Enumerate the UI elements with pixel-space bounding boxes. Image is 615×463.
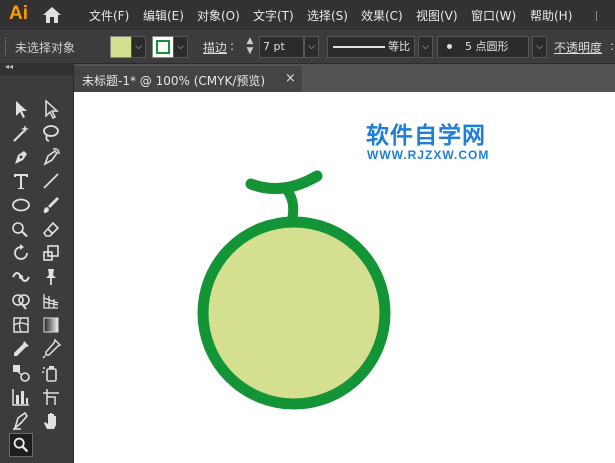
- melon-body: [197, 216, 391, 410]
- menu-edit[interactable]: 编辑(E): [143, 7, 184, 24]
- column-graph-tool-icon[interactable]: [9, 385, 33, 409]
- selection-status: 未选择对象: [15, 41, 76, 55]
- document-tab-title: 未标题-1* @ 100% (CMYK/预览): [82, 74, 266, 88]
- type-tool-icon[interactable]: [9, 169, 33, 193]
- blend-tool-icon[interactable]: [9, 361, 33, 385]
- profile-label: 等比: [388, 40, 410, 53]
- menu-view[interactable]: 视图(V): [416, 7, 458, 24]
- rotate-tool-icon[interactable]: [9, 241, 33, 265]
- width-tool-icon[interactable]: [9, 265, 33, 289]
- tools-panel: ◂◂: [0, 62, 74, 463]
- perspective-grid-tool-icon[interactable]: [39, 289, 63, 313]
- document-tab[interactable]: 未标题-1* @ 100% (CMYK/预览) ×: [74, 66, 302, 92]
- artboard-canvas[interactable]: [74, 92, 615, 463]
- stroke-stepper-icon[interactable]: ▲ ▼: [243, 36, 257, 56]
- brush-label: 5 点圆形: [465, 40, 509, 53]
- line-segment-tool-icon[interactable]: [39, 169, 63, 193]
- ellipse-tool-icon[interactable]: [9, 193, 33, 217]
- watermark-url: WWW.RJZXW.COM: [367, 148, 490, 162]
- direct-selection-tool-icon[interactable]: [39, 97, 63, 121]
- mesh-tool-icon[interactable]: [9, 313, 33, 337]
- paintbrush-tool-icon[interactable]: [39, 193, 63, 217]
- puppet-warp-tool-icon[interactable]: [39, 265, 63, 289]
- fill-color-swatch[interactable]: [110, 36, 132, 58]
- brush-dropdown-icon[interactable]: ⌵: [532, 36, 547, 58]
- scale-tool-icon[interactable]: [39, 241, 63, 265]
- eyedropper-tool-icon[interactable]: [9, 337, 33, 361]
- magic-wand-tool-icon[interactable]: [9, 121, 33, 145]
- fill-dropdown-chevron-icon[interactable]: ⌵: [131, 36, 146, 58]
- shaper-tool-icon[interactable]: [9, 217, 33, 241]
- curvature-tool-icon[interactable]: [39, 145, 63, 169]
- measure-tool-icon[interactable]: [39, 337, 63, 361]
- control-bar: 未选择对象 ⌵ ⌵ 描边 : ▲ ▼ 7 pt ⌵ 等比 ⌵ 5 点圆形 ⌵ 不透…: [0, 30, 615, 64]
- stroke-color-swatch[interactable]: [152, 36, 174, 58]
- menu-separator: [596, 11, 597, 21]
- stroke-weight-dropdown-icon[interactable]: ⌵: [304, 36, 319, 58]
- stroke-label[interactable]: 描边: [203, 39, 227, 56]
- brush-dot-icon: [447, 44, 452, 49]
- profile-dropdown-icon[interactable]: ⌵: [418, 36, 433, 58]
- artboard-tool-icon[interactable]: [39, 385, 63, 409]
- menu-effect[interactable]: 效果(C): [361, 7, 403, 24]
- lasso-tool-icon[interactable]: [39, 121, 63, 145]
- hand-tool-icon[interactable]: [39, 409, 63, 433]
- symbol-sprayer-tool-icon[interactable]: [39, 361, 63, 385]
- home-icon[interactable]: [42, 6, 62, 24]
- brush-definition[interactable]: 5 点圆形: [437, 36, 529, 58]
- menu-type[interactable]: 文字(T): [253, 7, 294, 24]
- opacity-label-colon: :: [610, 39, 615, 53]
- stroke-label-colon: :: [230, 39, 235, 53]
- menu-select[interactable]: 选择(S): [307, 7, 348, 24]
- melon-stem-neck: [282, 185, 299, 225]
- melon-artwork[interactable]: [74, 92, 615, 463]
- menu-file[interactable]: 文件(F): [89, 7, 129, 24]
- menu-object[interactable]: 对象(O): [197, 7, 240, 24]
- opacity-label[interactable]: 不透明度: [554, 39, 602, 56]
- profile-line-icon: [333, 46, 385, 48]
- collapse-panel-icon[interactable]: ◂◂: [5, 62, 13, 71]
- panel-grip[interactable]: [5, 38, 8, 55]
- slice-tool-icon[interactable]: [9, 409, 33, 433]
- stroke-weight-input[interactable]: 7 pt: [259, 36, 304, 58]
- stroke-dropdown-chevron-icon[interactable]: ⌵: [173, 36, 188, 58]
- eraser-tool-icon[interactable]: [39, 217, 63, 241]
- selection-tool-icon[interactable]: [9, 97, 33, 121]
- pen-tool-icon[interactable]: [9, 145, 33, 169]
- gradient-tool-icon[interactable]: [39, 313, 63, 337]
- watermark-title: 软件自学网: [366, 123, 486, 149]
- close-tab-icon[interactable]: ×: [285, 71, 296, 86]
- shape-builder-tool-icon[interactable]: [9, 289, 33, 313]
- app-logo: Ai: [9, 3, 28, 24]
- menu-bar: Ai 文件(F) 编辑(E) 对象(O) 文字(T) 选择(S) 效果(C) 视…: [0, 0, 615, 30]
- variable-width-profile[interactable]: 等比: [327, 36, 415, 58]
- tools-panel-header: ◂◂: [0, 62, 73, 75]
- menu-help[interactable]: 帮助(H): [530, 7, 572, 24]
- menu-window[interactable]: 窗口(W): [471, 7, 516, 24]
- zoom-tool-icon[interactable]: [9, 433, 33, 457]
